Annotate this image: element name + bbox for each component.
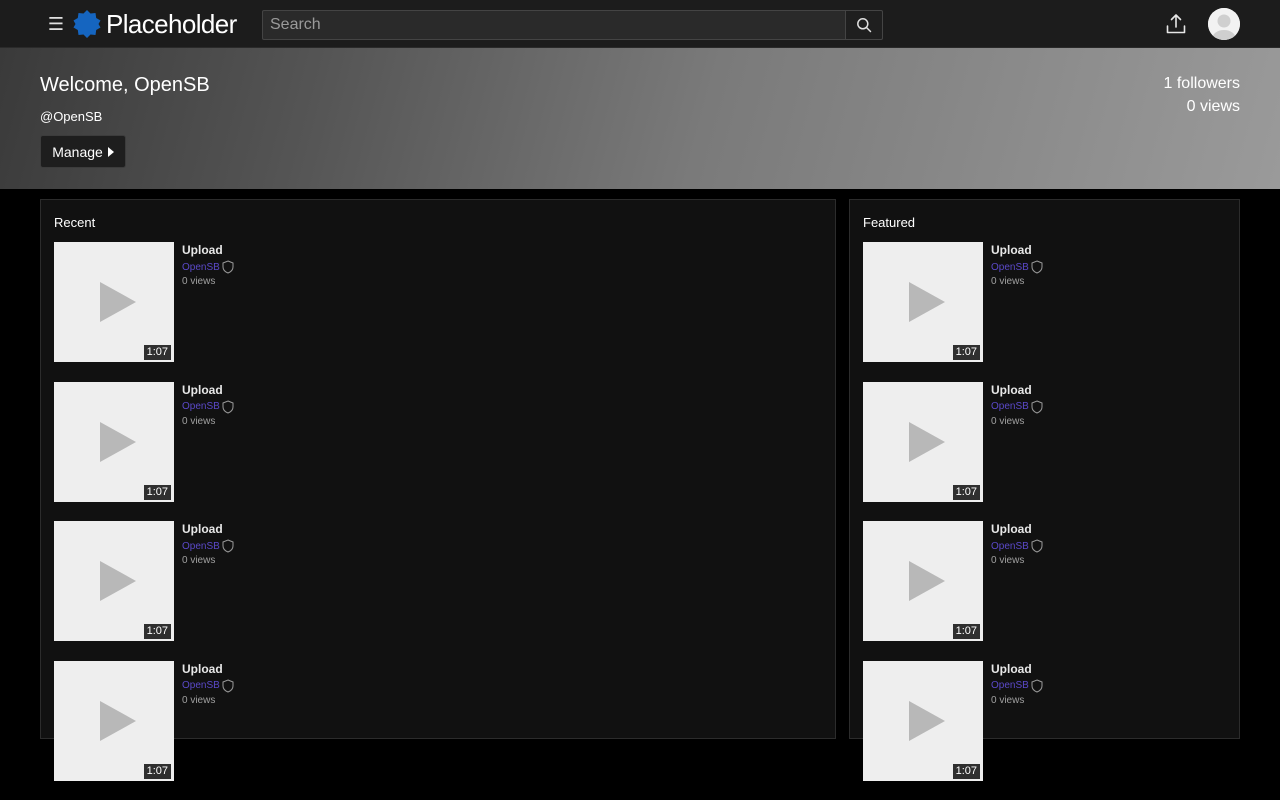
shield-icon	[222, 399, 234, 414]
video-thumbnail[interactable]: 1:07	[863, 521, 983, 641]
video-title[interactable]: Upload	[991, 522, 1043, 536]
play-icon	[909, 282, 945, 322]
video-author-link[interactable]: OpenSB	[991, 262, 1029, 273]
video-author-link[interactable]: OpenSB	[182, 541, 220, 552]
welcome-heading: Welcome, OpenSB	[40, 74, 210, 96]
video-views: 0 views	[182, 415, 216, 427]
shield-icon	[222, 539, 234, 553]
video-views: 0 views	[991, 415, 1025, 427]
video-duration: 1:07	[952, 345, 980, 360]
shield-icon	[1031, 678, 1043, 693]
play-icon	[909, 421, 945, 462]
user-avatar-icon	[1208, 8, 1240, 40]
upload-button[interactable]	[1164, 12, 1188, 36]
video-title[interactable]: Upload	[991, 243, 1043, 257]
video-card[interactable]: 1:07 Upload OpenSB 0 views	[54, 521, 234, 641]
shield-icon	[1031, 260, 1043, 274]
video-duration: 1:07	[143, 763, 171, 779]
video-title[interactable]: Upload	[182, 522, 234, 536]
shield-icon	[1031, 539, 1043, 553]
shield-icon	[1031, 399, 1043, 414]
caret-right-icon	[107, 146, 114, 157]
video-card[interactable]: 1:07 Upload OpenSB 0 views	[863, 242, 1043, 362]
manage-button[interactable]: Manage	[40, 135, 126, 168]
video-views: 0 views	[991, 555, 1025, 566]
video-author-link[interactable]: OpenSB	[182, 401, 220, 412]
video-author-link[interactable]: OpenSB	[991, 541, 1029, 552]
recent-video-list: 1:07 Upload OpenSB 0 views 1:07 Upload O…	[54, 242, 234, 800]
play-icon	[100, 421, 136, 462]
video-title[interactable]: Upload	[182, 662, 234, 676]
logo-icon	[73, 10, 101, 38]
shield-icon	[222, 260, 234, 274]
play-icon	[100, 282, 136, 322]
featured-video-list: 1:07 Upload OpenSB 0 views 1:07 Upload O…	[863, 242, 1043, 800]
video-duration: 1:07	[143, 484, 171, 500]
video-thumbnail[interactable]: 1:07	[54, 381, 174, 502]
avatar[interactable]	[1208, 8, 1240, 40]
video-views: 0 views	[182, 276, 216, 287]
play-icon	[909, 561, 945, 601]
video-thumbnail[interactable]: 1:07	[863, 381, 983, 502]
video-duration: 1:07	[952, 484, 980, 500]
channel-handle: @OpenSB	[40, 109, 103, 124]
video-author-link[interactable]: OpenSB	[182, 680, 220, 691]
video-card[interactable]: 1:07 Upload OpenSB 0 views	[54, 381, 234, 502]
channel-banner: Welcome, OpenSB @OpenSB Manage 1 followe…	[0, 48, 1280, 189]
recent-panel: Recent 1:07 Upload OpenSB 0 views 1:07 U…	[40, 199, 836, 781]
search-icon	[857, 18, 872, 33]
search-input[interactable]	[262, 10, 845, 40]
video-title[interactable]: Upload	[991, 662, 1043, 676]
video-card[interactable]: 1:07 Upload OpenSB 0 views	[863, 381, 1043, 502]
video-author-link[interactable]: OpenSB	[991, 401, 1029, 412]
panel-title-featured: Featured	[863, 215, 916, 230]
video-thumbnail[interactable]: 1:07	[863, 660, 983, 781]
video-thumbnail[interactable]: 1:07	[54, 660, 174, 781]
video-views: 0 views	[182, 694, 216, 706]
video-author-link[interactable]: OpenSB	[182, 262, 220, 273]
search-button[interactable]	[845, 10, 883, 40]
video-duration: 1:07	[952, 624, 980, 639]
followers-count: 1 followers	[1163, 75, 1240, 92]
panel-title-recent: Recent	[54, 215, 96, 230]
video-views: 0 views	[991, 694, 1025, 706]
video-views: 0 views	[991, 276, 1025, 287]
video-author-link[interactable]: OpenSB	[991, 680, 1029, 691]
video-duration: 1:07	[952, 763, 980, 779]
site-logo[interactable]: Placeholder	[72, 8, 237, 40]
play-icon	[100, 561, 136, 601]
video-card[interactable]: 1:07 Upload OpenSB 0 views	[54, 242, 234, 362]
video-title[interactable]: Upload	[991, 383, 1043, 397]
views-count: 0 views	[1186, 98, 1240, 115]
video-title[interactable]: Upload	[182, 243, 234, 257]
search-bar	[262, 10, 883, 40]
channel-stats: 1 followers 0 views	[1164, 72, 1240, 118]
video-title[interactable]: Upload	[182, 383, 234, 397]
video-thumbnail[interactable]: 1:07	[54, 521, 174, 641]
logo-text: Placeholder	[106, 8, 237, 39]
video-views: 0 views	[182, 555, 216, 566]
play-icon	[100, 700, 136, 741]
play-icon	[909, 700, 945, 741]
video-card[interactable]: 1:07 Upload OpenSB 0 views	[863, 521, 1043, 641]
video-thumbnail[interactable]: 1:07	[54, 242, 174, 362]
featured-panel: Featured 1:07 Upload OpenSB 0 views 1:07	[849, 199, 1240, 781]
hamburger-icon[interactable]: ☰	[46, 14, 66, 34]
upload-icon	[1166, 14, 1186, 34]
manage-button-label: Manage	[52, 143, 103, 160]
video-duration: 1:07	[143, 345, 171, 360]
shield-icon	[222, 678, 234, 693]
video-duration: 1:07	[143, 624, 171, 639]
video-card[interactable]: 1:07 Upload OpenSB 0 views	[863, 660, 1043, 781]
video-card[interactable]: 1:07 Upload OpenSB 0 views	[54, 660, 234, 781]
video-thumbnail[interactable]: 1:07	[863, 242, 983, 362]
top-bar: ☰ Placeholder	[0, 0, 1280, 48]
